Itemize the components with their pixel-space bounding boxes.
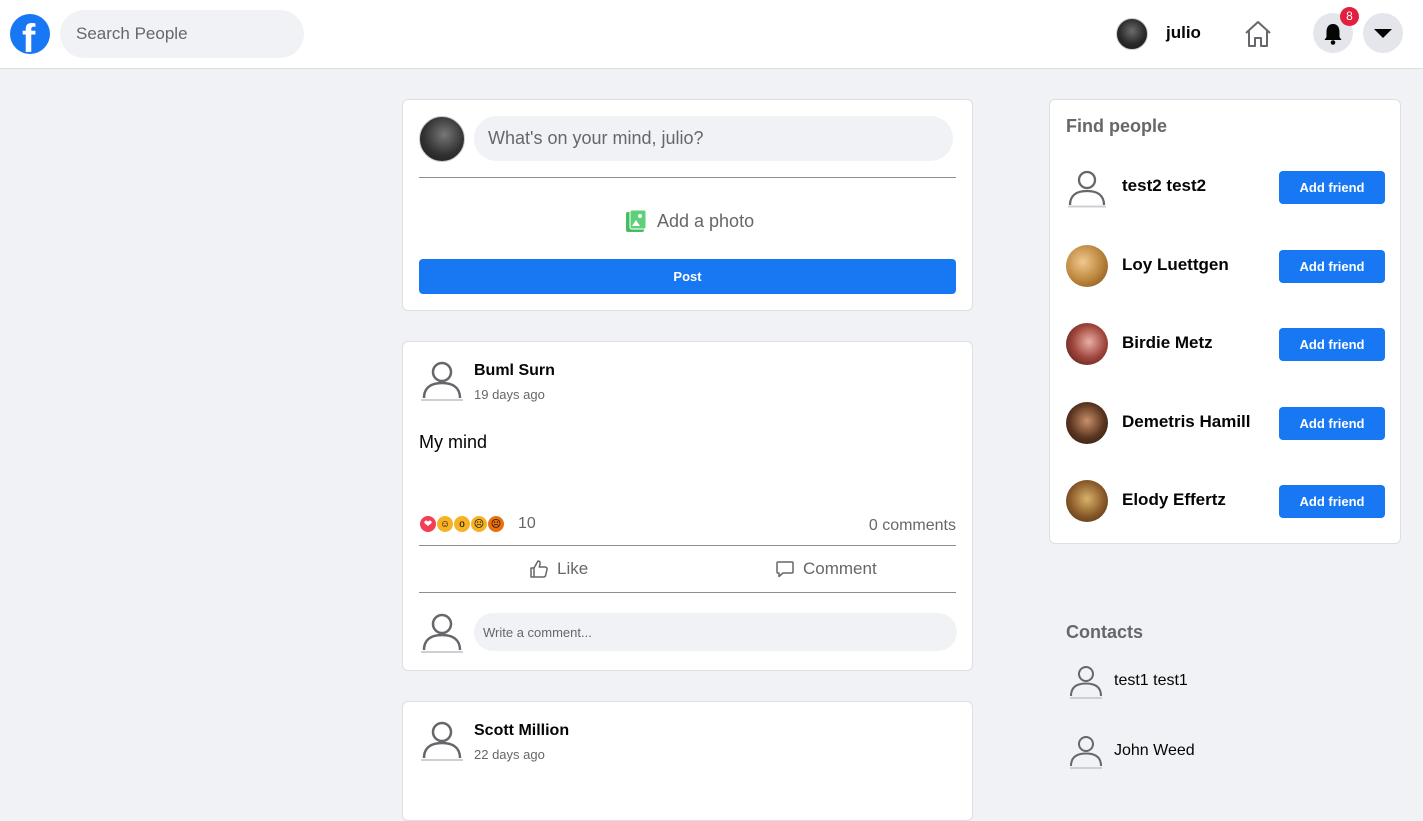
contacts-title: Contacts — [1066, 622, 1144, 642]
default-avatar-icon — [1070, 736, 1102, 769]
like-button[interactable]: Like — [529, 557, 588, 581]
thumbs-up-icon — [530, 560, 548, 578]
default-avatar-icon — [1070, 666, 1102, 699]
haha-reaction-icon: ☺ — [436, 515, 454, 533]
post-button[interactable]: Post — [419, 259, 956, 294]
contact-item[interactable]: test1 test1 — [1068, 662, 1188, 700]
contact-name: test1 test1 — [1114, 672, 1188, 689]
suggestion-name[interactable]: Birdie Metz — [1122, 333, 1213, 353]
caret-down-icon — [1374, 29, 1392, 38]
suggestion-item: Elody Effertz Add friend — [1066, 480, 1386, 522]
post-card: Buml Surn 19 days ago My mind ❤ ☺ o ☹ ☹ … — [402, 341, 973, 671]
find-people-panel: Find people test2 test2 Add friend Loy L… — [1049, 99, 1401, 544]
comment-icon — [776, 561, 794, 578]
post-body: My mind — [419, 432, 488, 452]
post-divider-top — [419, 545, 956, 546]
post-composer: Add a photo Post — [402, 99, 973, 311]
suggestion-name[interactable]: Elody Effertz — [1122, 490, 1226, 510]
wow-reaction-icon: o — [453, 515, 471, 533]
add-friend-button[interactable]: Add friend — [1279, 328, 1385, 361]
sad-reaction-icon: ☹ — [470, 515, 488, 533]
add-friend-button[interactable]: Add friend — [1279, 407, 1385, 440]
logo-letter: f — [22, 17, 36, 54]
default-avatar-icon[interactable] — [1066, 166, 1108, 208]
notification-badge: 8 — [1340, 7, 1359, 26]
post-author[interactable]: Buml Surn — [474, 362, 555, 380]
default-avatar-icon[interactable] — [419, 716, 465, 762]
suggestion-avatar[interactable] — [1066, 402, 1108, 444]
search-input[interactable] — [60, 10, 304, 58]
reaction-summary[interactable]: ❤ ☺ o ☹ ☹ 10 — [419, 515, 536, 533]
default-avatar-icon[interactable] — [419, 356, 465, 402]
suggestion-item: Birdie Metz Add friend — [1066, 323, 1386, 365]
find-people-title: Find people — [1066, 116, 1167, 136]
composer-avatar[interactable] — [419, 116, 465, 162]
suggestion-avatar[interactable] — [1066, 480, 1108, 522]
add-friend-button[interactable]: Add friend — [1279, 171, 1385, 204]
post-timestamp: 22 days ago — [474, 747, 545, 762]
post-timestamp: 19 days ago — [474, 387, 545, 402]
comment-button[interactable]: Comment — [775, 557, 877, 581]
home-button[interactable] — [1238, 14, 1278, 54]
like-label: Like — [557, 559, 589, 578]
add-friend-button[interactable]: Add friend — [1279, 485, 1385, 518]
commenter-avatar-icon — [421, 613, 463, 653]
suggestion-item: Demetris Hamill Add friend — [1066, 402, 1386, 444]
home-icon — [1245, 21, 1271, 47]
post-divider-bottom — [419, 592, 956, 593]
photo-icon — [626, 209, 647, 232]
contact-name: John Weed — [1114, 742, 1195, 759]
love-reaction-icon: ❤ — [419, 515, 437, 533]
contact-item[interactable]: John Weed — [1068, 732, 1195, 770]
suggestion-name[interactable]: Loy Luettgen — [1122, 255, 1229, 275]
add-photo-label: Add a photo — [657, 210, 755, 231]
user-avatar[interactable] — [1116, 18, 1148, 50]
status-input[interactable] — [474, 116, 953, 161]
post-card: Scott Million 22 days ago — [402, 701, 973, 821]
user-name[interactable]: julio — [1166, 23, 1201, 43]
reaction-count: 10 — [518, 515, 536, 532]
account-menu-button[interactable] — [1363, 13, 1403, 53]
comments-count[interactable]: 0 comments — [869, 517, 956, 535]
comment-input[interactable] — [474, 613, 957, 651]
suggestion-name[interactable]: test2 test2 — [1122, 176, 1206, 196]
composer-divider — [419, 177, 956, 178]
suggestion-avatar[interactable] — [1066, 245, 1108, 287]
suggestion-item: test2 test2 Add friend — [1066, 166, 1386, 208]
angry-reaction-icon: ☹ — [487, 515, 505, 533]
comment-label: Comment — [803, 559, 877, 578]
post-author[interactable]: Scott Million — [474, 722, 569, 740]
top-navbar: f julio 8 — [0, 0, 1423, 69]
suggestion-item: Loy Luettgen Add friend — [1066, 245, 1386, 287]
facebook-logo[interactable]: f — [10, 14, 50, 54]
suggestion-name[interactable]: Demetris Hamill — [1122, 412, 1251, 432]
add-photo-button[interactable]: Add a photo — [625, 208, 754, 234]
add-friend-button[interactable]: Add friend — [1279, 250, 1385, 283]
suggestion-avatar[interactable] — [1066, 323, 1108, 365]
